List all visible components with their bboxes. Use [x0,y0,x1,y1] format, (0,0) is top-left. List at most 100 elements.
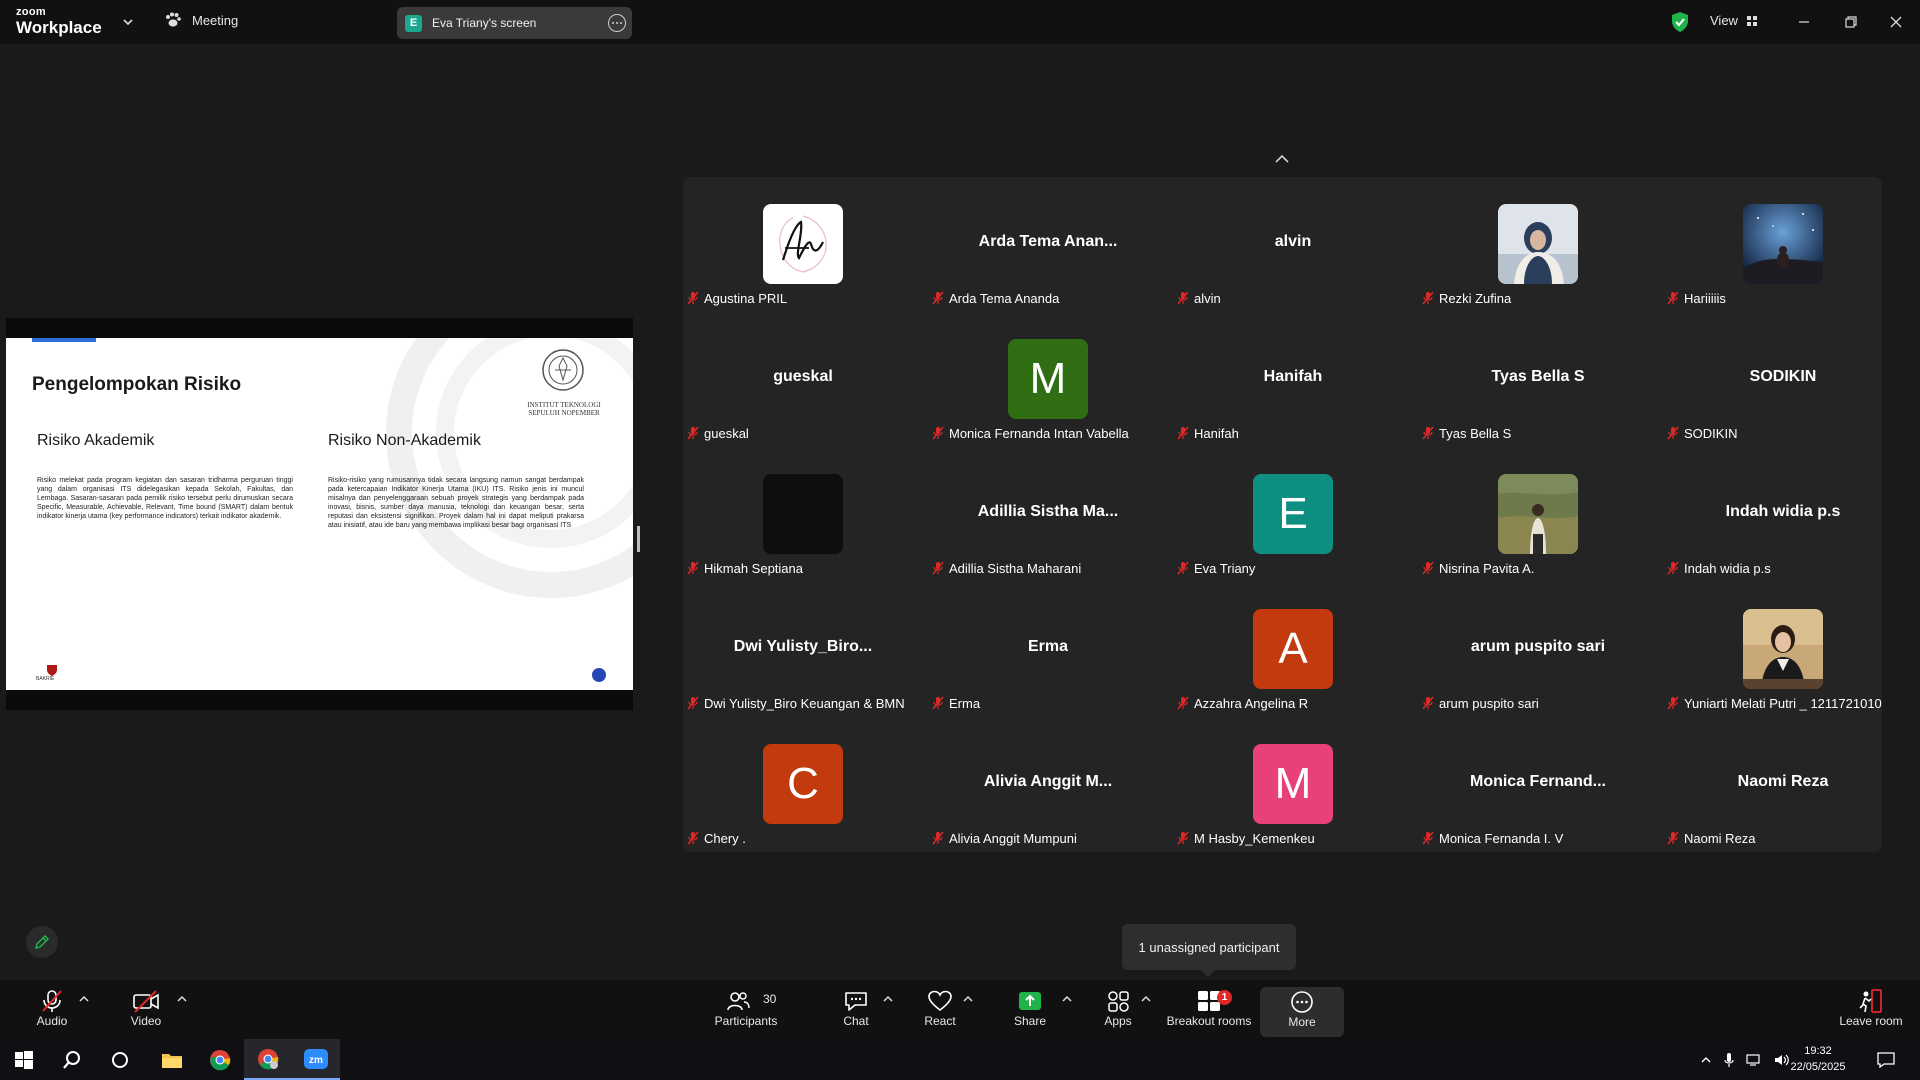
participant-tile[interactable]: Monica Fernand... Monica Fernanda I. V [1418,717,1658,852]
slide-accent-bar [32,338,96,342]
participant-name-label: Yuniarti Melati Putri _ 1211721010 [1667,694,1882,712]
more-button[interactable]: More [1260,987,1344,1037]
participant-tile[interactable]: Yuniarti Melati Putri _ 1211721010 [1663,582,1903,717]
participant-name: Erma [949,695,981,711]
minimize-button[interactable] [1792,10,1816,34]
participant-name: Naomi Reza [1684,830,1756,846]
mic-muted-icon [1422,426,1434,440]
participant-name: Monica Fernanda I. V [1439,830,1564,846]
network-icon[interactable] [1746,1053,1762,1067]
share-button[interactable]: Share [1010,988,1050,1034]
share-label: Share [1013,1014,1047,1028]
participant-name-label: SODIKIN [1667,424,1737,442]
mic-muted-icon [932,426,944,440]
leave-room-icon [1859,989,1882,1013]
start-button[interactable] [0,1039,48,1080]
task-view-button[interactable] [96,1039,144,1080]
mic-muted-icon [1177,426,1189,440]
apps-button[interactable]: Apps [1098,988,1138,1034]
restore-button[interactable] [1839,10,1863,34]
participant-tile[interactable]: Indah widia p.s Indah widia p.s [1663,447,1903,582]
annotate-button[interactable] [26,926,58,958]
participant-name: Eva Triany [1194,560,1256,576]
video-options-caret-icon[interactable] [176,994,188,1004]
avatar-letter: A [1278,624,1308,673]
share-options-caret-icon[interactable] [1061,994,1073,1004]
participant-tile[interactable]: Arda Tema Anan... Arda Tema Ananda [928,177,1168,312]
show-hidden-icons-icon[interactable] [1700,1055,1712,1065]
apps-icon [1108,991,1129,1012]
view-button[interactable]: View [1710,13,1758,28]
participant-tile[interactable]: Alivia Anggit M... Alivia Anggit Mumpuni [928,717,1168,852]
chrome-button[interactable] [196,1039,244,1080]
meeting-label: Meeting [192,12,239,28]
encryption-shield-icon[interactable] [1670,11,1690,33]
more-options-icon[interactable] [608,14,626,32]
microphone-icon[interactable] [1724,1052,1734,1068]
audio-button[interactable]: Audio [30,988,74,1034]
share-screen-icon [1019,992,1041,1010]
participant-tile[interactable]: Hanifah Hanifah [1173,312,1413,447]
participant-name: Hikmah Septiana [704,560,803,576]
participant-avatar: C [763,744,843,824]
zoom-taskbar-button[interactable]: zm [292,1039,340,1080]
participant-tile[interactable]: M M Hasby_Kemenkeu [1173,717,1413,852]
title-bar: zoom Workplace Meeting E Eva Triany's sc… [0,0,1920,44]
react-options-caret-icon[interactable] [962,994,974,1004]
participant-tile[interactable]: Naomi Reza Naomi Reza [1663,717,1903,852]
close-icon [1890,16,1902,28]
participant-tile[interactable]: C Chery . [683,717,923,852]
participant-name-label: Monica Fernanda I. V [1422,829,1563,847]
participant-tile[interactable]: Adillia Sistha Ma... Adillia Sistha Mahar… [928,447,1168,582]
mic-muted-icon [1667,831,1679,845]
taskbar-clock[interactable]: 19:32 22/05/2025 [1782,1043,1854,1075]
participant-tile[interactable]: arum puspito sari arum puspito sari [1418,582,1658,717]
logo-line2: Workplace [16,18,102,37]
participant-tile[interactable]: Rezki Zufina [1418,177,1658,312]
participant-tile[interactable]: gueskal gueskal [683,312,923,447]
participant-tile[interactable]: SODIKIN SODIKIN [1663,312,1903,447]
split-resize-handle[interactable] [637,526,640,552]
shared-screen[interactable]: Pengelompokan Risiko INSTITUT TEKNOLOGI … [6,318,633,710]
slide-nav-dot [592,668,606,682]
participants-label: Participants [714,1014,778,1028]
react-button[interactable]: React [920,988,960,1034]
participant-tile[interactable]: alvin alvin [1173,177,1413,312]
participant-name: gueskal [704,425,749,441]
screen-share-indicator[interactable]: E Eva Triany's screen [397,7,632,39]
chevron-up-icon[interactable] [1270,152,1294,166]
video-button[interactable]: Video [124,988,168,1034]
file-explorer-button[interactable] [148,1039,196,1080]
participant-name: Yuniarti Melati Putri _ 1211721010 [1684,695,1882,711]
participant-tile[interactable]: E Eva Triany [1173,447,1413,582]
slide-title: Pengelompokan Risiko [32,374,242,395]
meeting-info-button[interactable]: Meeting [164,12,238,28]
chat-button[interactable]: Chat [838,988,874,1034]
participant-tile[interactable]: Tyas Bella S Tyas Bella S [1418,312,1658,447]
leave-room-button[interactable]: Leave room [1836,988,1906,1034]
apps-options-caret-icon[interactable] [1140,994,1152,1004]
mic-muted-icon [1667,561,1679,575]
participant-tile[interactable]: Agustina PRIL [683,177,923,312]
chrome-profile-button[interactable] [244,1039,292,1080]
participant-name: Chery . [704,830,746,846]
participant-tile[interactable]: Dwi Yulisty_Biro... Dwi Yulisty_Biro Keua… [683,582,923,717]
bakrie-logo-text: BAKRIE [36,676,55,682]
breakout-rooms-button[interactable]: Breakout rooms [1164,988,1254,1034]
participant-tile[interactable]: Hikmah Septiana [683,447,923,582]
participant-tile[interactable]: Erma Erma [928,582,1168,717]
mic-muted-icon [1177,291,1189,305]
search-button[interactable] [48,1039,96,1080]
participant-tile[interactable]: A Azzahra Angelina R [1173,582,1413,717]
participant-name-label: Adillia Sistha Maharani [932,559,1081,577]
zoom-workplace-logo[interactable]: zoom Workplace [16,7,102,37]
chevron-down-icon[interactable] [121,15,135,29]
audio-options-caret-icon[interactable] [78,994,90,1004]
participant-tile[interactable]: M Monica Fernanda Intan Vabella [928,312,1168,447]
action-center-button[interactable] [1862,1039,1910,1080]
folder-icon [162,1053,182,1068]
chat-options-caret-icon[interactable] [882,994,894,1004]
close-button[interactable] [1884,10,1908,34]
participant-tile[interactable]: Nisrina Pavita A. [1418,447,1658,582]
participant-tile[interactable]: Hariiiiis [1663,177,1903,312]
